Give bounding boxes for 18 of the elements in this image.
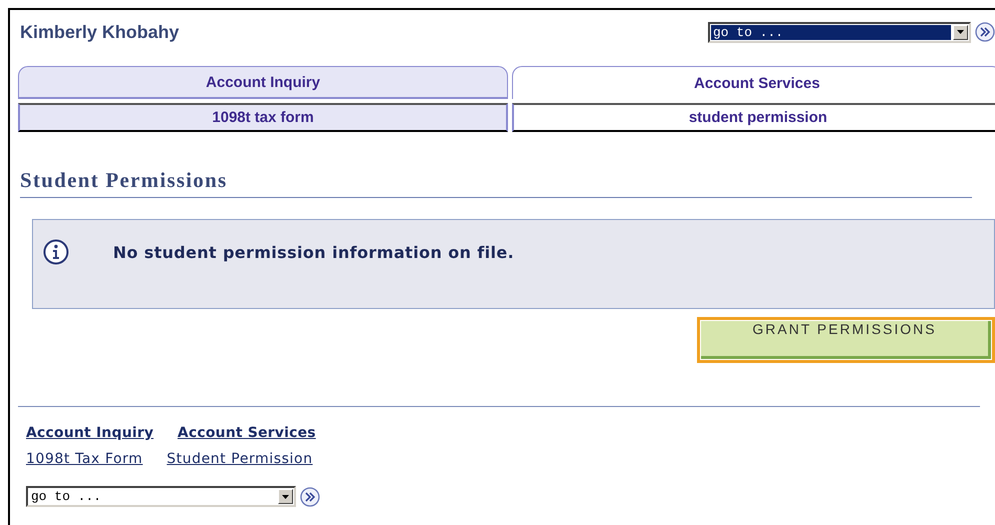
dropdown-field[interactable]: go to ... (26, 486, 296, 507)
go-button[interactable] (975, 22, 995, 42)
tab[interactable]: Account Services (512, 66, 995, 99)
double-chevron-icon (300, 486, 320, 506)
go-button[interactable] (300, 486, 320, 506)
dropdown-field[interactable]: go to ... (708, 22, 971, 42)
footer-link[interactable]: 1098t Tax Form (26, 451, 143, 467)
footer-link[interactable]: Account Services (178, 425, 316, 441)
subtab[interactable]: 1098t tax form (18, 103, 508, 132)
subtab[interactable]: student permission (512, 103, 995, 132)
page-title: Student Permissions (20, 168, 972, 198)
info-icon (43, 239, 69, 265)
footer-link[interactable]: Account Inquiry (26, 425, 154, 441)
footer-link[interactable]: Student Permission (166, 451, 313, 467)
double-chevron-icon (975, 22, 995, 42)
info-message: No student permission information on file. (113, 242, 514, 262)
tab[interactable]: Account Inquiry (18, 66, 508, 99)
user-name: Kimberly Khobahy (20, 22, 180, 42)
